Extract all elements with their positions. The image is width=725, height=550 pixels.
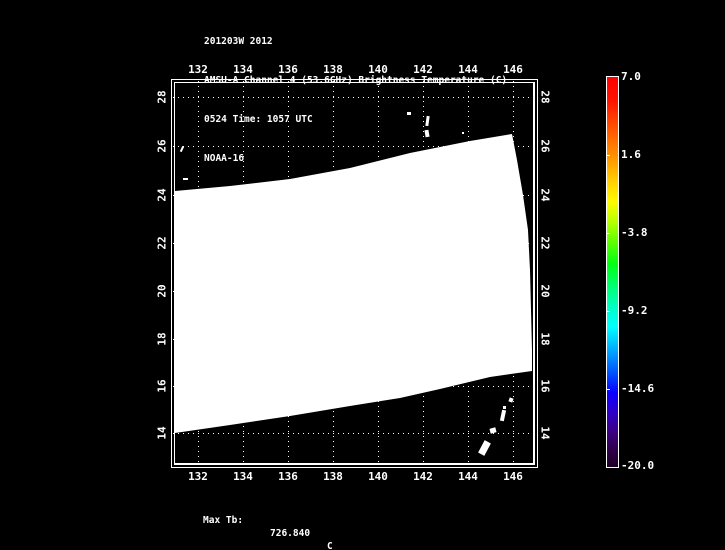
x-tick-bottom: 144 [458, 470, 478, 483]
y-tick-left: 14 [155, 426, 169, 440]
colorbar-label: -3.8 [621, 226, 648, 239]
colorbar-label: -20.0 [621, 459, 655, 472]
storm-id-line: 201203W 2012 [204, 36, 273, 47]
y-tick-left: 22 [155, 236, 169, 250]
y-tick-left: 28 [155, 90, 169, 104]
y-tick-left: 16 [155, 379, 169, 393]
colorbar-gradient [607, 77, 618, 467]
colorbar-label: -14.6 [621, 382, 655, 395]
max-tb-label: Max Tb: [203, 515, 244, 526]
y-tick-right: 24 [538, 188, 552, 202]
y-tick-right: 26 [538, 139, 552, 153]
y-tick-right: 16 [538, 379, 552, 393]
colorbar-tick [607, 233, 610, 234]
y-tick-right: 14 [538, 426, 552, 440]
x-tick-bottom: 138 [323, 470, 343, 483]
x-tick-bottom: 136 [278, 470, 298, 483]
y-tick-right: 20 [538, 284, 552, 298]
x-tick-bottom: 132 [188, 470, 208, 483]
colorbar-label: 7.0 [621, 70, 641, 83]
y-tick-left: 24 [155, 188, 169, 202]
x-tick-top: 144 [458, 63, 478, 76]
map-plot-frame [171, 79, 538, 468]
x-tick-bottom: 146 [503, 470, 523, 483]
y-tick-right: 28 [538, 90, 552, 104]
y-tick-left: 26 [155, 139, 169, 153]
x-tick-bottom: 134 [233, 470, 253, 483]
max-tb-unit: C [327, 541, 333, 550]
x-tick-top: 138 [323, 63, 343, 76]
plot-window: 201203W 2012 AMSU-A Channel 4 (53.6GHz) … [0, 0, 725, 550]
x-tick-top: 142 [413, 63, 433, 76]
x-tick-top: 136 [278, 63, 298, 76]
footer-stats: Max Tb: 726.840 C Contour Interval = 1C [0, 501, 725, 550]
x-tick-top: 140 [368, 63, 388, 76]
y-tick-left: 20 [155, 284, 169, 298]
y-tick-right: 22 [538, 236, 552, 250]
x-tick-top: 146 [503, 63, 523, 76]
x-tick-top: 132 [188, 63, 208, 76]
colorbar-tick [607, 389, 610, 390]
y-tick-left: 18 [155, 332, 169, 346]
colorbar-label: 1.6 [621, 148, 641, 161]
y-tick-right: 18 [538, 332, 552, 346]
colorbar [606, 76, 619, 468]
colorbar-tick [607, 311, 610, 312]
max-tb-value: 726.840 [270, 528, 311, 539]
colorbar-label: -9.2 [621, 304, 648, 317]
x-tick-bottom: 140 [368, 470, 388, 483]
x-tick-top: 134 [233, 63, 253, 76]
colorbar-tick [607, 155, 610, 156]
plot-inner-frame [174, 82, 535, 465]
x-tick-bottom: 142 [413, 470, 433, 483]
